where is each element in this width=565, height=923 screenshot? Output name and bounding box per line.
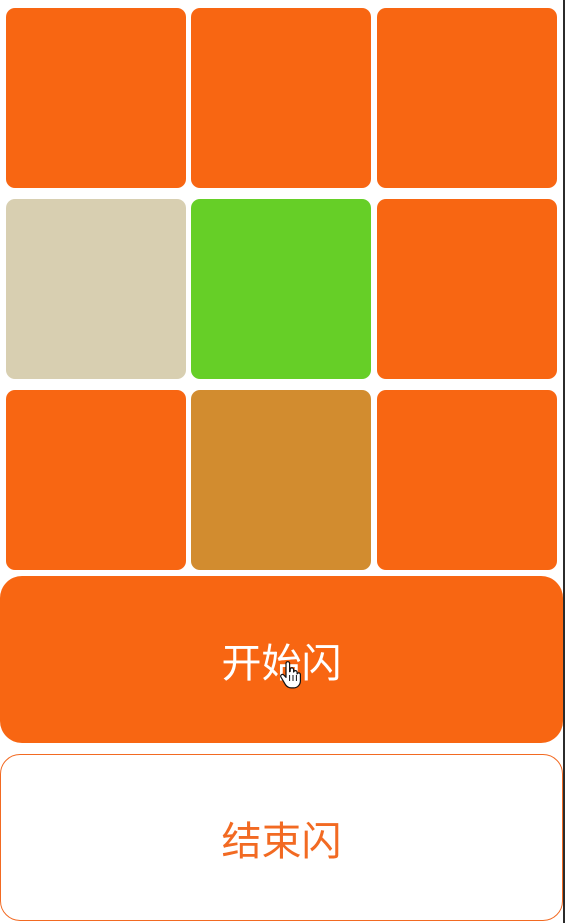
tile-1[interactable] bbox=[6, 8, 186, 188]
tile-3[interactable] bbox=[377, 8, 557, 188]
tile-2[interactable] bbox=[191, 8, 371, 188]
start-flash-button[interactable]: 开始闪 bbox=[0, 576, 563, 743]
tile-9[interactable] bbox=[377, 390, 557, 570]
tile-7[interactable] bbox=[6, 390, 186, 570]
flash-game-screen: 开始闪 结束闪 bbox=[0, 0, 565, 923]
tile-8[interactable] bbox=[191, 390, 371, 570]
tile-5[interactable] bbox=[191, 199, 371, 379]
hand-pointer-icon bbox=[280, 661, 301, 689]
tile-4[interactable] bbox=[6, 199, 186, 379]
stop-flash-button[interactable]: 结束闪 bbox=[0, 754, 563, 921]
stop-flash-label: 结束闪 bbox=[221, 818, 342, 865]
tile-grid bbox=[0, 0, 563, 573]
tile-6[interactable] bbox=[377, 199, 557, 379]
